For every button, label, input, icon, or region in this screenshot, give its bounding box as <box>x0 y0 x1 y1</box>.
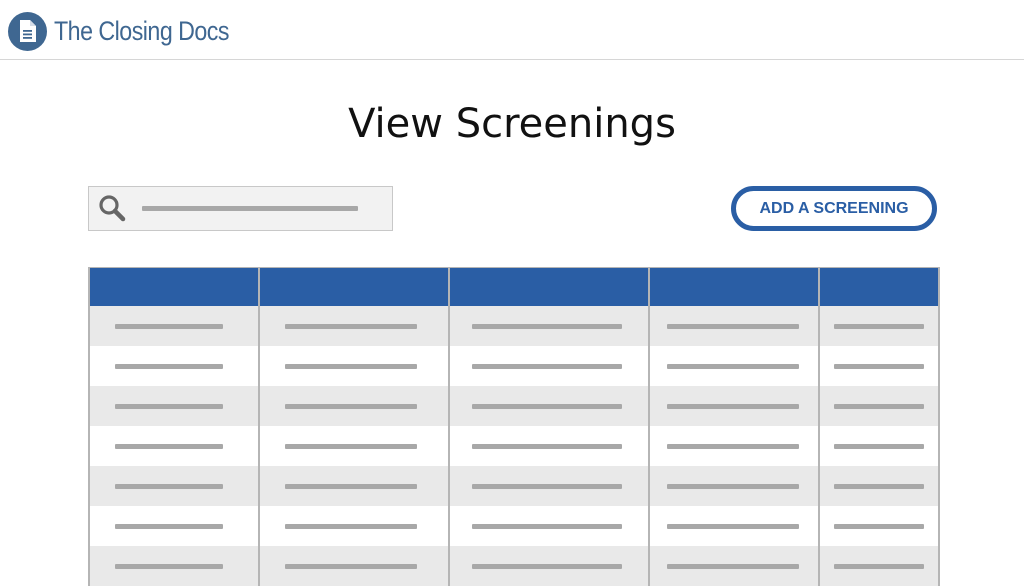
table-cell <box>258 466 449 506</box>
table-cell <box>448 346 649 386</box>
table-cell <box>648 466 819 506</box>
table-row[interactable] <box>88 306 940 346</box>
cell-placeholder <box>285 364 417 369</box>
cell-placeholder <box>472 524 622 529</box>
cell-placeholder <box>667 564 799 569</box>
table-cell <box>648 306 819 346</box>
table-cell <box>258 386 449 426</box>
cell-placeholder <box>115 444 223 449</box>
cell-placeholder <box>472 444 622 449</box>
table-cell <box>818 506 940 546</box>
table-cell <box>818 466 940 506</box>
table-cell <box>648 386 819 426</box>
cell-placeholder <box>667 364 799 369</box>
column-header[interactable] <box>88 267 259 306</box>
page-title: View Screenings <box>348 101 676 147</box>
table-cell <box>88 546 259 586</box>
table-cell <box>448 426 649 466</box>
cell-placeholder <box>115 484 223 489</box>
cell-placeholder <box>834 404 924 409</box>
cell-placeholder <box>472 484 622 489</box>
search-icon <box>99 195 126 222</box>
cell-placeholder <box>834 484 924 489</box>
table-row[interactable] <box>88 506 940 546</box>
cell-placeholder <box>667 324 799 329</box>
brand-name: The Closing Docs <box>54 15 230 46</box>
column-header[interactable] <box>448 267 649 306</box>
search-input[interactable] <box>88 186 393 231</box>
table-cell <box>648 346 819 386</box>
brand-logo[interactable]: The Closing Docs <box>8 11 258 51</box>
cell-placeholder <box>285 324 417 329</box>
cell-placeholder <box>285 564 417 569</box>
search-placeholder <box>142 206 358 211</box>
cell-placeholder <box>285 404 417 409</box>
table-cell <box>448 466 649 506</box>
table-cell <box>818 306 940 346</box>
cell-placeholder <box>115 404 223 409</box>
table-cell <box>258 506 449 546</box>
cell-placeholder <box>834 524 924 529</box>
cell-placeholder <box>285 444 417 449</box>
cell-placeholder <box>472 364 622 369</box>
cell-placeholder <box>115 364 223 369</box>
cell-placeholder <box>285 524 417 529</box>
table-cell <box>258 426 449 466</box>
cell-placeholder <box>115 564 223 569</box>
table-header-row <box>88 267 940 306</box>
table-cell <box>88 346 259 386</box>
document-icon <box>8 11 47 51</box>
top-header: The Closing Docs <box>0 0 1024 60</box>
table-cell <box>88 426 259 466</box>
table-cell <box>448 506 649 546</box>
table-cell <box>88 466 259 506</box>
cell-placeholder <box>667 524 799 529</box>
table-cell <box>648 506 819 546</box>
table-cell <box>818 386 940 426</box>
cell-placeholder <box>667 404 799 409</box>
table-cell <box>818 426 940 466</box>
table-row[interactable] <box>88 426 940 466</box>
table-row[interactable] <box>88 386 940 426</box>
table-cell <box>88 506 259 546</box>
table-cell <box>448 546 649 586</box>
table-cell <box>648 426 819 466</box>
cell-placeholder <box>834 324 924 329</box>
table-row[interactable] <box>88 466 940 506</box>
table-cell <box>648 546 819 586</box>
table-cell <box>448 306 649 346</box>
add-screening-button[interactable]: ADD A SCREENING <box>731 186 937 231</box>
table-cell <box>88 306 259 346</box>
screenings-table <box>88 267 940 586</box>
column-header[interactable] <box>258 267 449 306</box>
cell-placeholder <box>472 404 622 409</box>
cell-placeholder <box>834 444 924 449</box>
cell-placeholder <box>115 324 223 329</box>
cell-placeholder <box>667 484 799 489</box>
cell-placeholder <box>285 484 417 489</box>
table-cell <box>818 346 940 386</box>
table-cell <box>258 306 449 346</box>
cell-placeholder <box>472 324 622 329</box>
column-header[interactable] <box>818 267 940 306</box>
cell-placeholder <box>115 524 223 529</box>
table-cell <box>88 386 259 426</box>
cell-placeholder <box>667 444 799 449</box>
cell-placeholder <box>834 564 924 569</box>
table-cell <box>818 546 940 586</box>
table-cell <box>448 386 649 426</box>
table-cell <box>258 346 449 386</box>
table-row[interactable] <box>88 346 940 386</box>
table-row[interactable] <box>88 546 940 586</box>
column-header[interactable] <box>648 267 819 306</box>
cell-placeholder <box>834 364 924 369</box>
cell-placeholder <box>472 564 622 569</box>
table-cell <box>258 546 449 586</box>
